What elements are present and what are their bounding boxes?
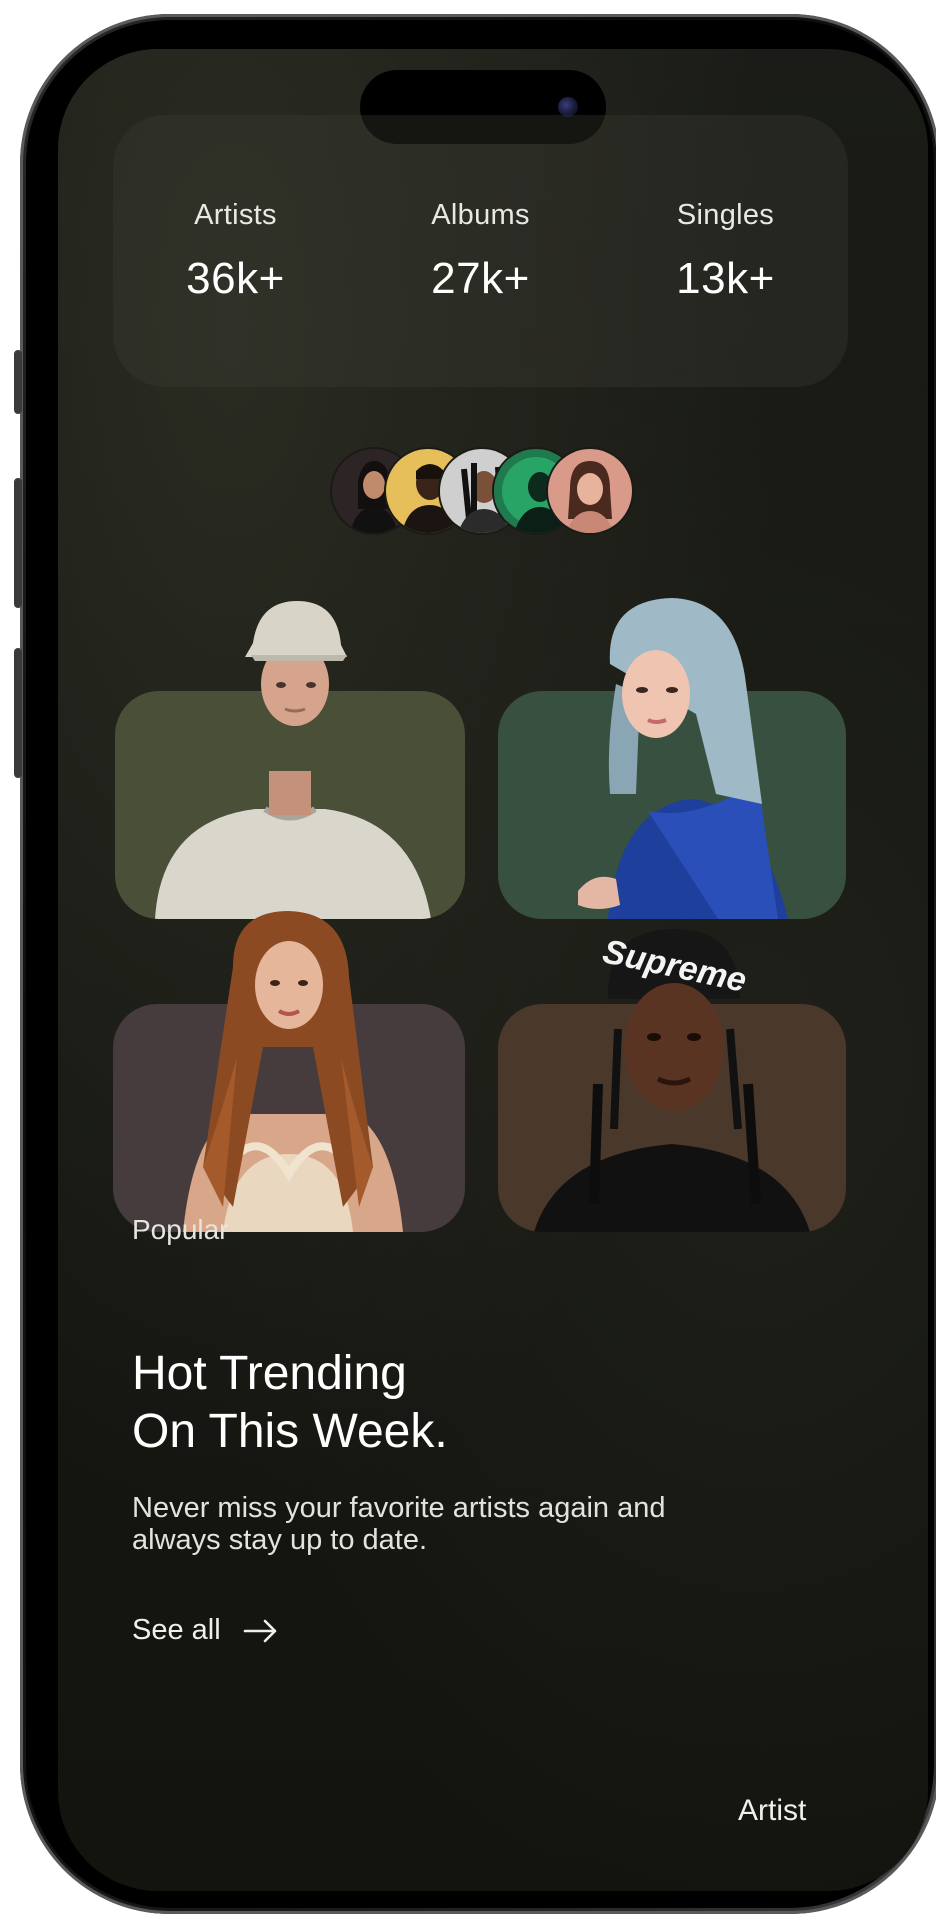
- stat-label: Singles: [676, 198, 775, 231]
- stat-label: Albums: [431, 198, 530, 231]
- arrow-right-icon: [243, 1619, 276, 1642]
- artist-avatar-stack[interactable]: [330, 447, 640, 535]
- section-title: Hot Trending On This Week.: [132, 1345, 448, 1461]
- section-title-line-2: On This Week.: [132, 1405, 448, 1458]
- app-screen: Artists 36k+ Albums 27k+ Singles 13k+ Su…: [58, 49, 928, 1891]
- stat-artists[interactable]: Artists 36k+: [136, 199, 336, 304]
- see-all-button[interactable]: See all: [132, 1614, 279, 1647]
- phone-volume-up-button: [14, 478, 22, 608]
- see-all-label: See all: [132, 1614, 221, 1646]
- stat-value: 27k+: [431, 253, 530, 303]
- stat-albums[interactable]: Albums 27k+: [381, 199, 581, 304]
- phone-volume-down-button: [14, 648, 22, 778]
- artist-photo: Supreme: [600, 929, 750, 1130]
- section-description: Never miss your favorite artists again a…: [132, 1492, 666, 1556]
- phone-silent-switch: [14, 350, 22, 414]
- artist-photo: [245, 601, 347, 726]
- section-eyebrow: Popular: [132, 1214, 229, 1245]
- artist-card-1[interactable]: [115, 599, 465, 919]
- avatar: [546, 447, 634, 535]
- stats-card: Artists 36k+ Albums 27k+ Singles 13k+: [113, 115, 848, 387]
- section-title-line-1: Hot Trending: [132, 1347, 407, 1400]
- artist-card-4[interactable]: Supreme: [498, 919, 846, 1232]
- artist-link[interactable]: Artist: [738, 1794, 806, 1828]
- stat-singles[interactable]: Singles 13k+: [626, 199, 826, 304]
- stat-label: Artists: [194, 198, 277, 231]
- front-camera-icon: [558, 97, 578, 117]
- stat-value: 36k+: [186, 253, 285, 303]
- artist-photo: [203, 911, 373, 1207]
- artist-card-2[interactable]: [498, 594, 846, 919]
- artist-card-3[interactable]: [113, 907, 465, 1232]
- artist-photo: [608, 598, 762, 804]
- stat-value: 13k+: [676, 253, 775, 303]
